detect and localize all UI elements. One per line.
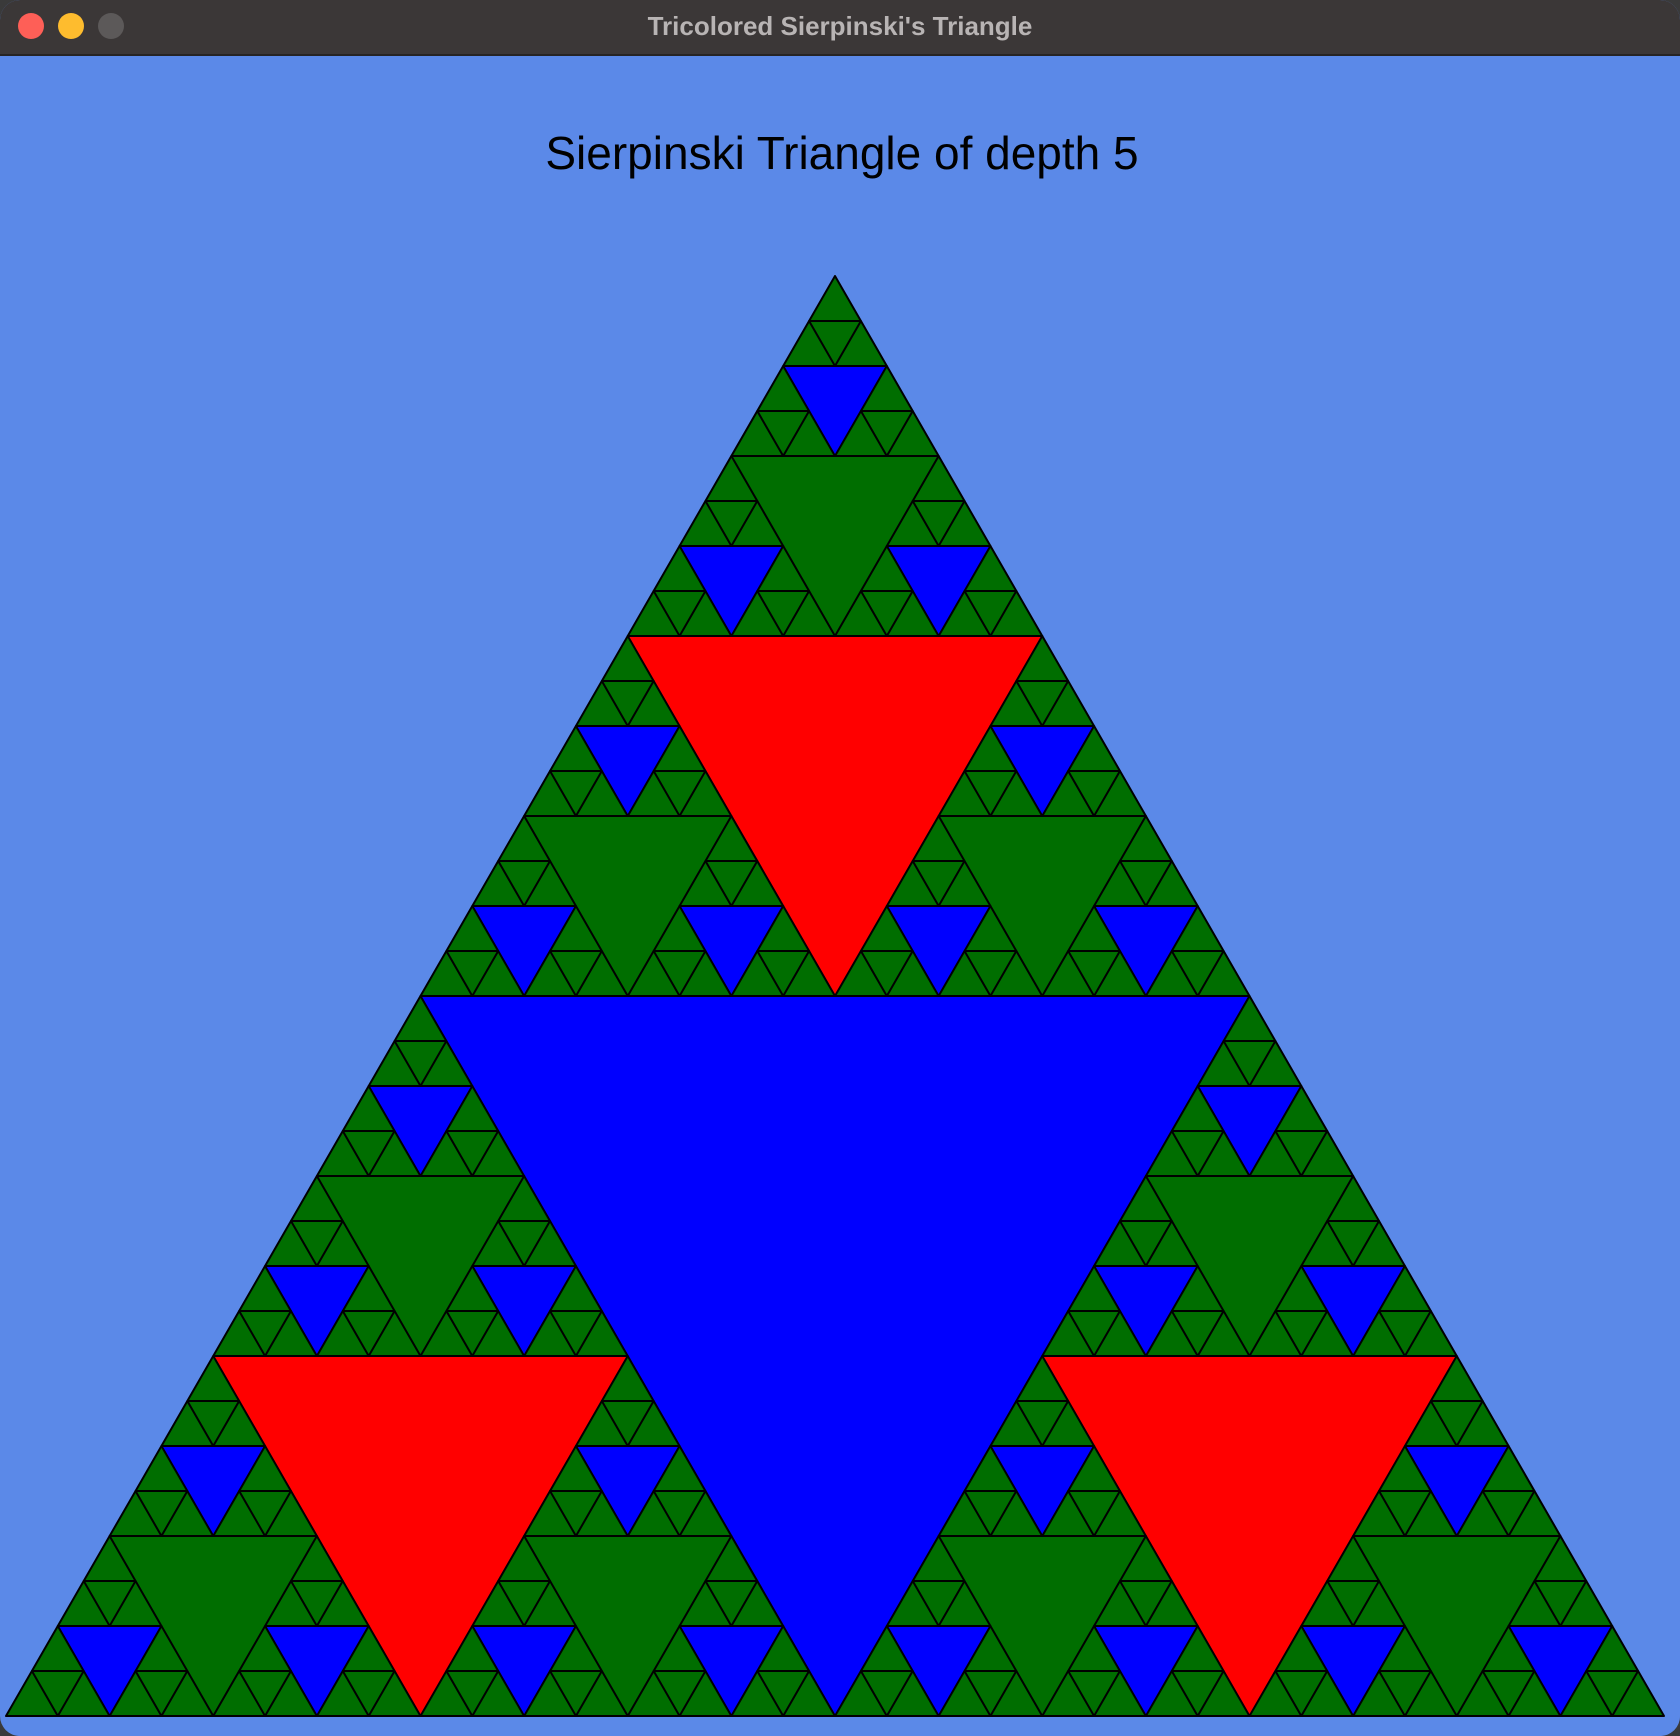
window-title: Tricolored Sierpinski's Triangle <box>647 11 1033 41</box>
title-bar[interactable]: Tricolored Sierpinski's Triangle <box>0 0 1680 56</box>
sierpinski-triangle <box>5 275 1665 1717</box>
drawing-canvas: Sierpinski Triangle of depth 5 <box>4 56 1680 1736</box>
app-window: Tricolored Sierpinski's Triangle Sierpin… <box>0 0 1680 1736</box>
